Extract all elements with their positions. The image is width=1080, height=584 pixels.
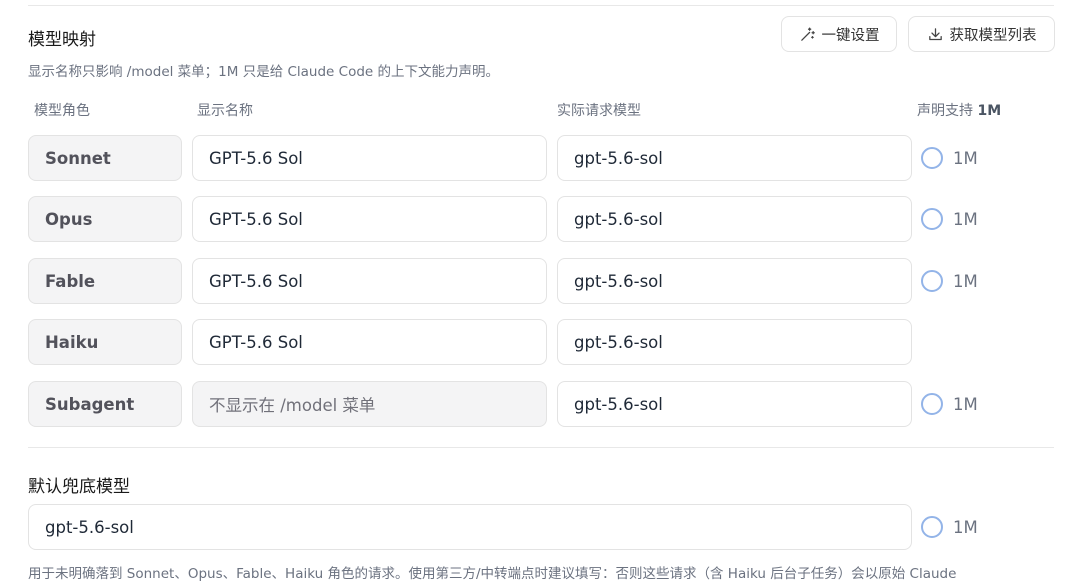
header-declare-suffix: 1M — [977, 103, 1002, 119]
checkbox[interactable] — [921, 270, 943, 292]
mapping-row-fable: Fable GPT-5.6 Sol gpt-5.6-sol 1M — [0, 258, 1080, 304]
fallback-1m-toggle[interactable]: 1M — [921, 516, 978, 538]
request-model-input[interactable]: gpt-5.6-sol — [557, 319, 912, 365]
header-request-model: 实际请求模型 — [557, 103, 641, 119]
display-name-input-disabled: 不显示在 /model 菜单 — [192, 381, 547, 427]
role-label: Haiku — [28, 319, 182, 365]
section-title-fallback: 默认兜底模型 — [28, 477, 130, 497]
role-label: Sonnet — [28, 135, 182, 181]
header-role: 模型角色 — [34, 103, 90, 119]
checkbox[interactable] — [921, 208, 943, 230]
header-declare-prefix: 声明支持 — [917, 103, 978, 119]
header-declare-1m: 声明支持 1M — [917, 100, 1001, 120]
download-icon — [928, 27, 942, 40]
display-name-input[interactable]: GPT-5.6 Sol — [192, 319, 547, 365]
fallback-model-input[interactable]: gpt-5.6-sol — [28, 504, 912, 550]
role-label: Opus — [28, 196, 182, 242]
section-title-mapping: 模型映射 — [28, 30, 96, 50]
magic-wand-icon — [800, 26, 815, 41]
checkbox-label: 1M — [953, 394, 978, 414]
fetch-models-button[interactable]: 获取模型列表 — [908, 16, 1055, 52]
header-display-name: 显示名称 — [197, 103, 253, 119]
request-model-input[interactable]: gpt-5.6-sol — [557, 135, 912, 181]
role-label: Subagent — [28, 381, 182, 427]
section-divider — [28, 447, 1054, 448]
auto-setup-label: 一键设置 — [821, 27, 880, 44]
top-divider — [28, 5, 1054, 6]
checkbox-label: 1M — [953, 271, 978, 291]
checkbox-label: 1M — [953, 517, 978, 537]
request-model-input[interactable]: gpt-5.6-sol — [557, 381, 912, 427]
model-mapping-panel: 模型映射 一键设置 获取模型列表 显示名称只影响 /model 菜单；1M 只是… — [0, 0, 1080, 584]
display-name-input[interactable]: GPT-5.6 Sol — [192, 196, 547, 242]
fetch-models-label: 获取模型列表 — [949, 27, 1037, 44]
mapping-row-haiku: Haiku GPT-5.6 Sol gpt-5.6-sol — [0, 319, 1080, 365]
declare-1m-toggle[interactable]: 1M — [921, 147, 978, 169]
checkbox-label: 1M — [953, 209, 978, 229]
display-name-input[interactable]: GPT-5.6 Sol — [192, 135, 547, 181]
role-label: Fable — [28, 258, 182, 304]
mapping-row-sonnet: Sonnet GPT-5.6 Sol gpt-5.6-sol 1M — [0, 135, 1080, 181]
checkbox[interactable] — [921, 516, 943, 538]
checkbox[interactable] — [921, 147, 943, 169]
checkbox-label: 1M — [953, 148, 978, 168]
declare-1m-toggle[interactable]: 1M — [921, 393, 978, 415]
mapping-row-subagent: Subagent 不显示在 /model 菜单 gpt-5.6-sol 1M — [0, 381, 1080, 427]
declare-1m-toggle[interactable]: 1M — [921, 208, 978, 230]
checkbox[interactable] — [921, 393, 943, 415]
auto-setup-button[interactable]: 一键设置 — [781, 16, 897, 52]
mapping-subtitle: 显示名称只影响 /model 菜单；1M 只是给 Claude Code 的上下… — [28, 64, 500, 80]
request-model-input[interactable]: gpt-5.6-sol — [557, 196, 912, 242]
display-name-input[interactable]: GPT-5.6 Sol — [192, 258, 547, 304]
request-model-input[interactable]: gpt-5.6-sol — [557, 258, 912, 304]
fallback-footnote: 用于未明确落到 Sonnet、Opus、Fable、Haiku 角色的请求。使用… — [28, 566, 957, 582]
declare-1m-toggle[interactable]: 1M — [921, 270, 978, 292]
mapping-row-opus: Opus GPT-5.6 Sol gpt-5.6-sol 1M — [0, 196, 1080, 242]
